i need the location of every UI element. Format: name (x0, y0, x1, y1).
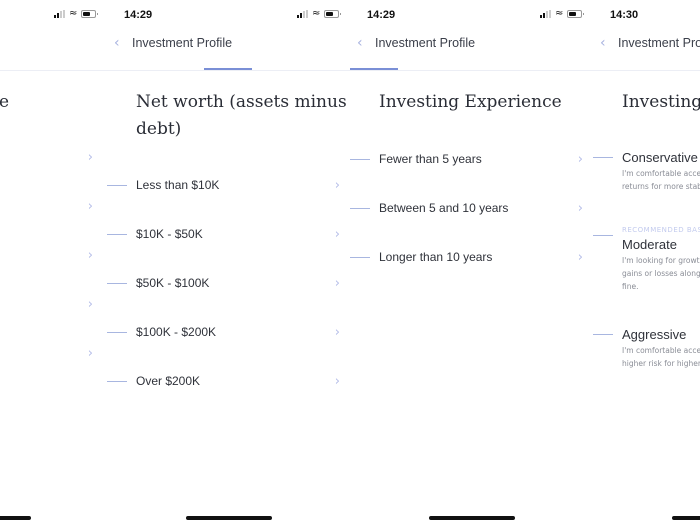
progress-indicator (350, 68, 398, 70)
nav-bar: ‹ Investment Profile (114, 35, 364, 51)
option-label: Over $200K (136, 374, 201, 388)
wifi-icon: ≈ (555, 8, 564, 19)
screen-income: ≈ ne › › › › › (0, 0, 141, 525)
option-row[interactable]: Less than $10K › (107, 175, 340, 195)
option-row[interactable]: $10K - $50K › (107, 224, 340, 244)
dash-icon (350, 158, 370, 160)
home-indicator (672, 516, 700, 520)
signal-icon (297, 10, 308, 18)
chevron-right-icon: › (334, 275, 340, 291)
dash-icon (107, 282, 127, 284)
signal-icon (540, 10, 551, 18)
desc-line: higher risk for higher r (622, 359, 700, 368)
desc-line: I'm comfortable accep (622, 346, 700, 355)
chevron-right-icon: › (334, 177, 340, 193)
home-indicator (429, 516, 515, 520)
status-icons: ≈ (540, 8, 585, 19)
risk-name: Aggressive (622, 327, 687, 342)
chevron-right-icon[interactable]: › (83, 297, 93, 312)
option-row[interactable]: Between 5 and 10 years › (350, 198, 583, 218)
nav-bar: ‹ Investment Profile (600, 35, 700, 51)
dash-icon (593, 235, 613, 236)
status-time: 14:29 (367, 9, 396, 21)
nav-divider (344, 70, 627, 71)
risk-option-moderate[interactable]: RECOMMENDED BAS Moderate I'm looking for… (593, 226, 700, 293)
status-icons: ≈ (297, 8, 342, 19)
nav-divider (101, 70, 384, 71)
dash-icon (350, 207, 370, 209)
chevron-right-icon: › (577, 151, 583, 167)
back-chevron-icon[interactable]: ‹ (600, 35, 616, 51)
dash-icon (350, 256, 370, 258)
risk-description: I'm comfortable accep returns for more s… (622, 167, 700, 193)
status-time: 14:30 (610, 9, 639, 21)
chevron-right-icon[interactable]: › (83, 150, 93, 165)
desc-line: I'm looking for growth (622, 256, 700, 265)
desc-line: gains or losses along th (622, 269, 700, 278)
chevron-right-icon: › (577, 200, 583, 216)
battery-icon (567, 10, 585, 18)
dash-icon (107, 184, 127, 186)
screen-heading: Investing Experience (379, 92, 562, 112)
wifi-icon: ≈ (69, 8, 78, 19)
risk-name: Conservative (622, 150, 698, 165)
option-label: Less than $10K (136, 178, 220, 192)
option-label: Longer than 10 years (379, 250, 493, 264)
option-label: $50K - $100K (136, 276, 210, 290)
desc-line: I'm comfortable accep (622, 169, 700, 178)
screen-investing-style: 14:30 ‹ Investment Profile Investing Con… (587, 0, 700, 525)
screen-investing-experience: 14:29 ≈ ‹ Investment Profile Investing E… (344, 0, 627, 525)
dash-icon (107, 380, 127, 382)
option-label: $100K - $200K (136, 325, 217, 339)
risk-option-aggressive[interactable]: Aggressive I'm comfortable accep higher … (593, 327, 700, 370)
dash-icon (107, 233, 127, 235)
chevron-right-icon[interactable]: › (83, 199, 93, 214)
wifi-icon: ≈ (312, 8, 321, 19)
chevron-right-icon: › (334, 324, 340, 340)
chevron-right-icon[interactable]: › (83, 248, 93, 263)
back-chevron-icon[interactable]: ‹ (357, 35, 373, 51)
risk-option-conservative[interactable]: Conservative I'm comfortable accep retur… (593, 150, 700, 193)
chevron-right-icon: › (577, 249, 583, 265)
signal-icon (54, 10, 65, 18)
back-chevron-icon[interactable]: ‹ (114, 35, 130, 51)
screen-heading: Net worth (assets minus debt) (136, 92, 347, 139)
dash-icon (593, 334, 613, 335)
home-indicator (186, 516, 272, 520)
battery-icon (81, 10, 99, 18)
option-row[interactable]: $50K - $100K › (107, 273, 340, 293)
screen-net-worth: 14:29 ≈ ‹ Investment Profile Net worth (… (101, 0, 384, 525)
chevron-right-icon: › (334, 226, 340, 242)
option-row[interactable]: $100K - $200K › (107, 322, 340, 342)
option-label: Between 5 and 10 years (379, 201, 509, 215)
option-row[interactable]: Over $200K › (107, 371, 340, 391)
chevron-right-icon: › (334, 373, 340, 389)
nav-title: Investment Profile (132, 36, 233, 50)
progress-indicator (204, 68, 252, 70)
status-time: 14:29 (124, 9, 153, 21)
option-label: $10K - $50K (136, 227, 203, 241)
dash-icon (593, 157, 613, 158)
risk-description: I'm comfortable accep higher risk for hi… (622, 344, 700, 370)
nav-title: Investment Profile (375, 36, 476, 50)
risk-name: Moderate (622, 237, 677, 252)
screen-heading: Investing (622, 92, 700, 112)
nav-bar: ‹ Investment Profile (357, 35, 607, 51)
battery-icon (324, 10, 342, 18)
option-row[interactable]: Longer than 10 years › (350, 247, 583, 267)
desc-line: fine. (622, 282, 639, 291)
recommended-tag: RECOMMENDED BAS (622, 226, 700, 234)
dash-icon (107, 331, 127, 333)
option-row[interactable]: Fewer than 5 years › (350, 149, 583, 169)
desc-line: returns for more stabil (622, 182, 700, 191)
risk-description: I'm looking for growth gains or losses a… (622, 254, 700, 293)
nav-divider (587, 70, 700, 71)
option-label: Fewer than 5 years (379, 152, 482, 166)
home-indicator (0, 516, 31, 520)
chevron-right-icon[interactable]: › (83, 346, 93, 361)
status-icons: ≈ (54, 8, 99, 19)
nav-title: Investment Profile (618, 36, 700, 50)
